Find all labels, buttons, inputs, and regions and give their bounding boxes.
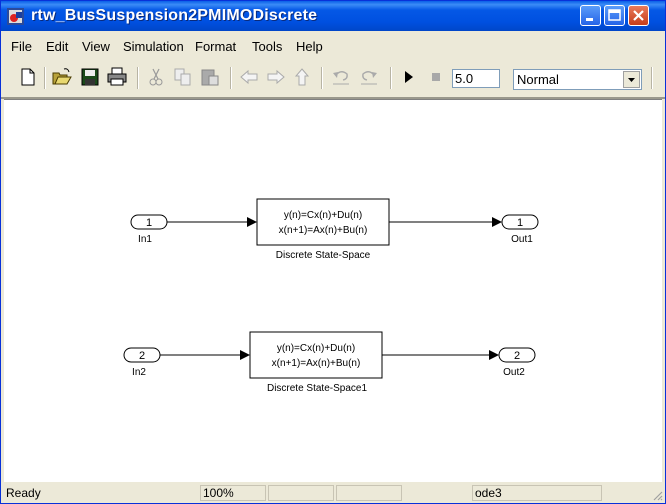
zoom-level: 100% bbox=[200, 485, 266, 501]
toolbar-separator bbox=[44, 67, 46, 89]
status-cell-spacer bbox=[404, 485, 470, 501]
simulink-window: rtw_BusSuspension2PMIMODiscrete File Edi… bbox=[0, 0, 666, 504]
status-cell-empty bbox=[336, 485, 402, 501]
menu-edit[interactable]: Edit bbox=[46, 39, 68, 54]
block-equation-output: y(n)=Cx(n)+Du(n) bbox=[284, 210, 362, 221]
outport-out2[interactable]: 2 Out2 bbox=[498, 347, 536, 378]
outport-label: Out2 bbox=[503, 367, 525, 378]
back-icon[interactable] bbox=[239, 67, 259, 87]
menu-tools[interactable]: Tools bbox=[252, 39, 282, 54]
inport-label: In2 bbox=[132, 367, 146, 378]
menu-view[interactable]: View bbox=[82, 39, 110, 54]
simulation-mode-value: Normal bbox=[517, 72, 559, 87]
block-equation-state: x(n+1)=Ax(n)+Bu(n) bbox=[272, 358, 361, 369]
minimize-icon bbox=[586, 18, 593, 21]
block-label: Discrete State-Space bbox=[276, 250, 371, 261]
toolbar-separator bbox=[390, 67, 392, 89]
toolbar-separator bbox=[230, 67, 232, 89]
forward-icon[interactable] bbox=[266, 67, 286, 87]
block-label: Discrete State-Space1 bbox=[267, 383, 367, 394]
resize-grip-icon[interactable] bbox=[651, 489, 663, 501]
minimize-button[interactable] bbox=[580, 5, 601, 26]
stop-time-input[interactable]: 5.0 bbox=[452, 69, 500, 88]
redo-icon[interactable] bbox=[359, 67, 379, 87]
menu-help[interactable]: Help bbox=[296, 39, 323, 54]
stop-icon[interactable] bbox=[426, 67, 446, 87]
outport-number: 1 bbox=[517, 217, 523, 229]
inport-in2[interactable]: 2 In2 bbox=[123, 347, 161, 378]
simulation-mode-select[interactable]: Normal bbox=[513, 69, 642, 90]
menu-simulation[interactable]: Simulation bbox=[123, 39, 184, 54]
play-icon[interactable] bbox=[399, 67, 419, 87]
title-bar[interactable]: rtw_BusSuspension2PMIMODiscrete bbox=[1, 1, 665, 31]
outport-label: Out1 bbox=[511, 234, 533, 245]
block-diagram: 1 In1 y(n)=Cx(n)+Du(n) x(n+1)=Ax(n)+Bu(n… bbox=[123, 198, 539, 394]
block-equation-state: x(n+1)=Ax(n)+Bu(n) bbox=[279, 225, 368, 236]
simulink-app-icon bbox=[7, 8, 24, 25]
cut-icon[interactable] bbox=[146, 67, 166, 87]
window-title: rtw_BusSuspension2PMIMODiscrete bbox=[31, 7, 318, 24]
toolbar-separator bbox=[651, 67, 653, 89]
save-icon[interactable] bbox=[80, 67, 100, 87]
new-icon[interactable] bbox=[18, 67, 38, 87]
menu-format[interactable]: Format bbox=[195, 39, 236, 54]
menu-file[interactable]: File bbox=[11, 39, 32, 54]
solver-name: ode3 bbox=[472, 485, 602, 501]
maximize-button[interactable] bbox=[604, 5, 625, 26]
discrete-state-space-block[interactable]: y(n)=Cx(n)+Du(n) x(n+1)=Ax(n)+Bu(n) Disc… bbox=[256, 198, 390, 261]
block-equation-output: y(n)=Cx(n)+Du(n) bbox=[277, 343, 355, 354]
close-icon bbox=[633, 10, 644, 21]
discrete-state-space1-block[interactable]: y(n)=Cx(n)+Du(n) x(n+1)=Ax(n)+Bu(n) Disc… bbox=[249, 331, 383, 394]
status-cell-empty bbox=[268, 485, 334, 501]
chevron-down-icon bbox=[628, 78, 635, 82]
menu-bar: File Edit View Simulation Format Tools H… bbox=[1, 31, 665, 60]
outport-out1[interactable]: 1 Out1 bbox=[501, 214, 539, 245]
status-bar: Ready 100% ode3 bbox=[1, 483, 665, 503]
inport-number: 1 bbox=[146, 217, 152, 229]
dropdown-button[interactable] bbox=[623, 71, 640, 88]
close-button[interactable] bbox=[628, 5, 649, 26]
open-icon[interactable] bbox=[52, 67, 72, 87]
toolbar-separator bbox=[321, 67, 323, 89]
paste-icon[interactable] bbox=[200, 67, 220, 87]
status-text: Ready bbox=[6, 486, 41, 500]
toolbar-separator bbox=[137, 67, 139, 89]
copy-icon[interactable] bbox=[173, 67, 193, 87]
undo-icon[interactable] bbox=[331, 67, 351, 87]
outport-number: 2 bbox=[514, 350, 520, 362]
model-canvas[interactable]: 1 In1 y(n)=Cx(n)+Du(n) x(n+1)=Ax(n)+Bu(n… bbox=[4, 99, 662, 482]
print-icon[interactable] bbox=[107, 67, 127, 87]
inport-in1[interactable]: 1 In1 bbox=[130, 214, 168, 245]
inport-label: In1 bbox=[138, 234, 152, 245]
up-icon[interactable] bbox=[292, 67, 312, 87]
inport-number: 2 bbox=[139, 350, 145, 362]
maximize-icon bbox=[608, 9, 621, 21]
